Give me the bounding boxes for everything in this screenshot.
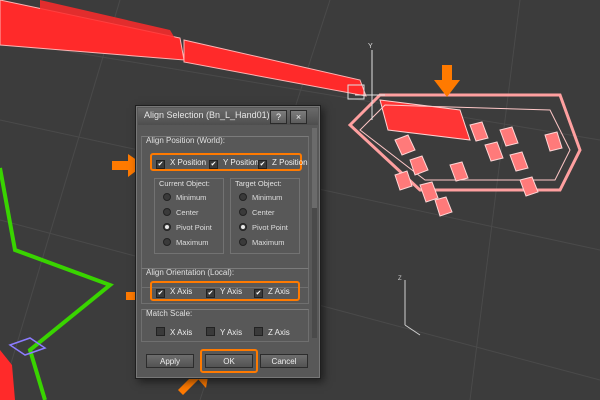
target-pivot-radio[interactable]: Pivot Point	[239, 223, 288, 232]
target-minimum-radio[interactable]: Minimum	[239, 193, 282, 202]
checkbox-box: ✔	[156, 160, 165, 169]
match-scale-group: Match Scale: X Axis Y Axis Z Axis	[141, 309, 309, 342]
z-position-checkbox[interactable]: ✔ Z Position	[258, 158, 308, 169]
checkbox-box: ✔	[258, 160, 267, 169]
scrollbar-thumb[interactable]	[312, 128, 317, 208]
current-pivot-radio[interactable]: Pivot Point	[163, 223, 212, 232]
scale-x-checkbox[interactable]: X Axis	[156, 327, 192, 337]
checkbox-box: ✔	[206, 289, 215, 298]
apply-button[interactable]: Apply	[146, 354, 194, 368]
small-axis-tripod	[404, 280, 421, 336]
orient-x-checkbox[interactable]: ✔ X Axis	[156, 287, 192, 298]
help-button[interactable]: ?	[270, 110, 287, 124]
align-selection-dialog: Align Selection (Bn_L_Hand01) ? × Align …	[135, 105, 321, 379]
align-orientation-group: Align Orientation (Local): ✔ X Axis ✔ Y Ax…	[141, 268, 309, 304]
close-button[interactable]: ×	[290, 110, 307, 124]
dialog-title: Align Selection (Bn_L_Hand01)	[144, 110, 270, 120]
x-position-checkbox[interactable]: ✔ X Position	[156, 158, 206, 169]
current-object-group: Current Object: Minimum Center Pivot Poi…	[154, 178, 224, 254]
cancel-button[interactable]: Cancel	[260, 354, 308, 368]
orient-z-checkbox[interactable]: ✔ Z Axis	[254, 287, 290, 298]
align-orientation-label: Align Orientation (Local):	[146, 268, 235, 277]
current-maximum-radio[interactable]: Maximum	[163, 238, 209, 247]
checkbox-box: ✔	[254, 289, 263, 298]
scale-z-checkbox[interactable]: Z Axis	[254, 327, 290, 337]
arm-bones[interactable]	[0, 0, 367, 97]
scale-y-checkbox[interactable]: Y Axis	[206, 327, 242, 337]
checkbox-box: ✔	[156, 289, 165, 298]
checkbox-box	[206, 327, 215, 336]
dialog-scrollbar[interactable]	[312, 128, 317, 338]
checkbox-box	[156, 327, 165, 336]
finger-bones[interactable]	[394, 121, 563, 217]
orient-y-checkbox[interactable]: ✔ Y Axis	[206, 287, 242, 298]
target-object-group: Target Object: Minimum Center Pivot Poin…	[230, 178, 300, 254]
match-scale-label: Match Scale:	[146, 309, 193, 318]
align-position-group: Align Position (World): ✔ X Position ✔ Y P…	[141, 136, 309, 288]
axis-label-y: Y	[368, 43, 373, 50]
target-object-label: Target Object:	[235, 179, 282, 188]
y-position-checkbox[interactable]: ✔ Y Position	[209, 158, 259, 169]
target-maximum-radio[interactable]: Maximum	[239, 238, 285, 247]
green-spline[interactable]	[0, 167, 114, 400]
target-center-radio[interactable]: Center	[239, 208, 275, 217]
ok-button[interactable]: OK	[205, 354, 253, 368]
current-object-label: Current Object:	[159, 179, 210, 188]
axis-label-z: Z	[398, 276, 402, 282]
current-center-radio[interactable]: Center	[163, 208, 199, 217]
checkbox-box	[254, 327, 263, 336]
arrow-icon-hand	[434, 65, 460, 97]
dialog-titlebar[interactable]: Align Selection (Bn_L_Hand01) ? ×	[138, 108, 318, 125]
checkbox-box: ✔	[209, 160, 218, 169]
align-position-label: Align Position (World):	[146, 136, 225, 145]
current-minimum-radio[interactable]: Minimum	[163, 193, 206, 202]
